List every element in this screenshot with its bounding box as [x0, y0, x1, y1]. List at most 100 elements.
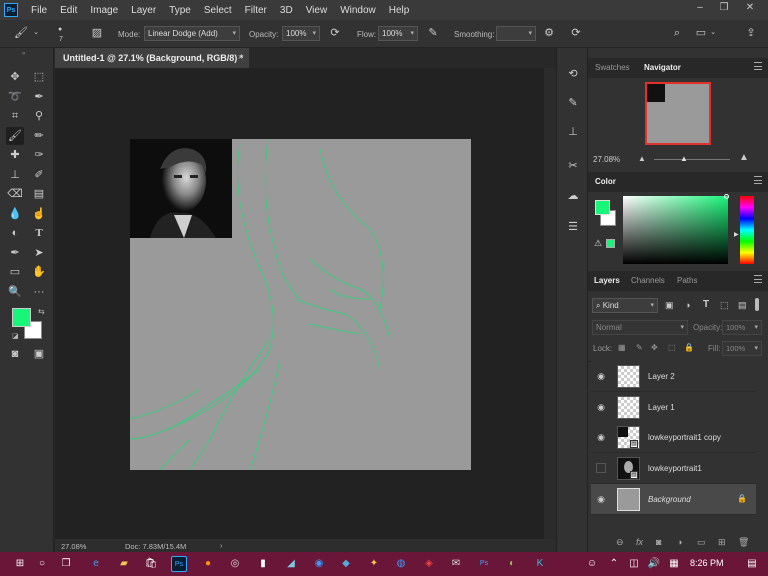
clone-stamp-icon[interactable]: ⊥ — [6, 166, 24, 184]
zoom-level[interactable]: 27.08% — [61, 542, 86, 551]
adjustment-layer-icon[interactable]: ◑ — [677, 537, 682, 547]
vertical-scrollbar[interactable] — [544, 68, 556, 539]
lock-transparent-icon[interactable]: ▦ — [618, 343, 626, 352]
status-menu-arrow-icon[interactable]: › — [220, 541, 223, 550]
menu-help[interactable]: Help — [389, 5, 410, 16]
libraries-panel-icon[interactable]: ☁ — [565, 188, 581, 204]
crop-tool-icon[interactable]: ⌗ — [6, 107, 24, 125]
new-layer-icon[interactable]: ⊞ — [718, 537, 726, 548]
smudge-tool-icon[interactable]: ☝ — [30, 205, 48, 223]
layer-row[interactable]: ▤ lowkeyportrait1 — [591, 453, 756, 484]
airbrush-icon[interactable]: ✎ — [426, 26, 440, 40]
filter-type-icon[interactable]: T — [703, 299, 709, 310]
brush-preview-icon[interactable]: ● — [58, 26, 62, 33]
mixer-brush-icon[interactable]: ✐ — [30, 166, 48, 184]
lock-all-icon[interactable]: 🔒 — [684, 343, 694, 352]
dodge-tool-icon[interactable]: ◐ — [6, 224, 24, 242]
type-tool-icon[interactable]: T — [30, 224, 48, 242]
blend-mode-select[interactable]: Normal ▾ — [592, 320, 688, 335]
app-icon[interactable]: ◈ — [421, 556, 437, 572]
tab-navigator[interactable]: Navigator — [644, 63, 681, 72]
zoom-tool-icon[interactable]: 🔍 — [6, 283, 24, 301]
history-panel-icon[interactable]: ⟲ — [565, 66, 581, 82]
restore-icon[interactable]: ❐ — [714, 2, 734, 13]
show-hidden-icons[interactable]: ⌃ — [606, 556, 622, 572]
default-colors-icon[interactable]: ◪ — [12, 332, 19, 340]
layer-row[interactable]: ◉ Layer 2 — [591, 361, 756, 392]
app-icon[interactable]: ◆ — [338, 556, 354, 572]
tab-channels[interactable]: Channels — [631, 276, 665, 285]
path-select-icon[interactable]: ➤ — [30, 244, 48, 262]
app-icon[interactable]: ✦ — [366, 556, 382, 572]
marquee-tool-icon[interactable]: ⬚ — [30, 68, 48, 86]
adjustments-panel-icon[interactable]: ☰ — [565, 219, 581, 235]
filter-shape-icon[interactable]: ⬚ — [720, 300, 729, 311]
hand-tool-icon[interactable]: ✋ — [30, 263, 48, 281]
document-tab[interactable]: Untitled-1 @ 27.1% (Background, RGB/8) *… — [55, 48, 249, 68]
smoothing-field[interactable]: ▾ — [496, 26, 536, 41]
tool-preset-dropdown-icon[interactable]: ⌄ — [29, 26, 43, 40]
opacity-field[interactable]: 100% ▾ — [282, 26, 320, 41]
windows-start-icon[interactable]: ⊞ — [12, 556, 28, 572]
gear-icon[interactable]: ⚙ — [542, 26, 556, 40]
brush-settings-panel-icon[interactable]: ✎ — [565, 95, 581, 111]
volume-icon[interactable]: 🔊 — [646, 556, 662, 572]
lock-pixels-icon[interactable]: ✎ — [636, 343, 643, 352]
document-canvas[interactable] — [130, 139, 471, 470]
layer-name[interactable]: Layer 2 — [648, 372, 675, 381]
mail-icon[interactable]: ✉ — [448, 556, 464, 572]
menu-image[interactable]: Image — [90, 5, 118, 16]
store-icon[interactable]: 🛍 — [143, 556, 159, 572]
screen-mode-icon[interactable]: ▣ — [30, 345, 48, 363]
photoshop-logo-icon[interactable]: Ps — [4, 3, 18, 17]
menu-window[interactable]: Window — [340, 5, 376, 16]
app-icon[interactable]: ◐ — [504, 556, 520, 572]
file-explorer-icon[interactable]: ▰ — [116, 556, 132, 572]
menu-3d[interactable]: 3D — [280, 5, 293, 16]
panel-menu-icon[interactable] — [754, 176, 762, 184]
people-icon[interactable]: ☺ — [584, 556, 600, 572]
app-icon[interactable]: ◍ — [393, 556, 409, 572]
eye-icon[interactable]: ◉ — [596, 371, 606, 381]
eye-icon[interactable]: ◉ — [596, 402, 606, 412]
app-icon[interactable]: ▮ — [255, 556, 271, 572]
pressure-size-icon[interactable]: ⟳ — [569, 26, 583, 40]
network-icon[interactable]: ◫ — [626, 556, 642, 572]
quick-mask-icon[interactable]: ◙ — [6, 345, 24, 363]
close-tab-icon[interactable]: × — [238, 52, 243, 62]
app-icon[interactable]: ◉ — [311, 556, 327, 572]
tab-color[interactable]: Color — [595, 177, 616, 186]
task-view-icon[interactable]: ❐ — [58, 556, 74, 572]
navigator-zoom-value[interactable]: 27.08% — [593, 155, 620, 164]
move-tool-icon[interactable]: ✥ — [6, 68, 24, 86]
brush-settings-icon[interactable]: ▨ — [90, 26, 104, 40]
tab-layers[interactable]: Layers — [594, 276, 620, 285]
tool-presets-panel-icon[interactable]: ✂ — [565, 158, 581, 174]
quick-select-tool-icon[interactable]: ✒ — [30, 88, 48, 106]
app-icon[interactable]: ◢ — [283, 556, 299, 572]
menu-file[interactable]: File — [31, 5, 47, 16]
zoom-slider-track[interactable] — [654, 159, 730, 160]
menu-select[interactable]: Select — [204, 5, 232, 16]
layer-row[interactable]: ◉ Layer 1 — [591, 392, 756, 423]
chevron-down-icon[interactable]: ⌄ — [706, 26, 720, 40]
lock-artboard-icon[interactable]: ⬚ — [668, 343, 676, 352]
minimize-icon[interactable]: – — [690, 2, 710, 13]
blur-tool-icon[interactable]: 💧 — [6, 205, 24, 223]
filter-pixel-icon[interactable]: ▣ — [665, 300, 674, 311]
fill-field[interactable]: 100% ▾ — [722, 341, 762, 356]
layer-row[interactable]: ◉ Background 🔒 — [591, 484, 756, 515]
eye-icon[interactable]: ◉ — [596, 432, 606, 442]
history-brush-icon[interactable]: ✑ — [30, 146, 48, 164]
photoshop-taskbar-icon[interactable]: Ps — [171, 556, 187, 572]
close-window-icon[interactable]: ✕ — [740, 2, 760, 13]
lasso-tool-icon[interactable]: ➰ — [6, 88, 24, 106]
panel-menu-icon[interactable] — [754, 275, 762, 283]
foreground-color-swatch[interactable] — [12, 308, 31, 327]
chrome-icon[interactable]: ◎ — [227, 556, 243, 572]
color-picker-cursor[interactable] — [724, 194, 729, 199]
zoom-slider-thumb[interactable]: ▲ — [680, 154, 688, 163]
mode-select[interactable]: Linear Dodge (Add) ▾ — [144, 26, 240, 41]
clone-source-panel-icon[interactable]: ⊥ — [565, 124, 581, 140]
tab-swatches[interactable]: Swatches — [595, 63, 630, 72]
